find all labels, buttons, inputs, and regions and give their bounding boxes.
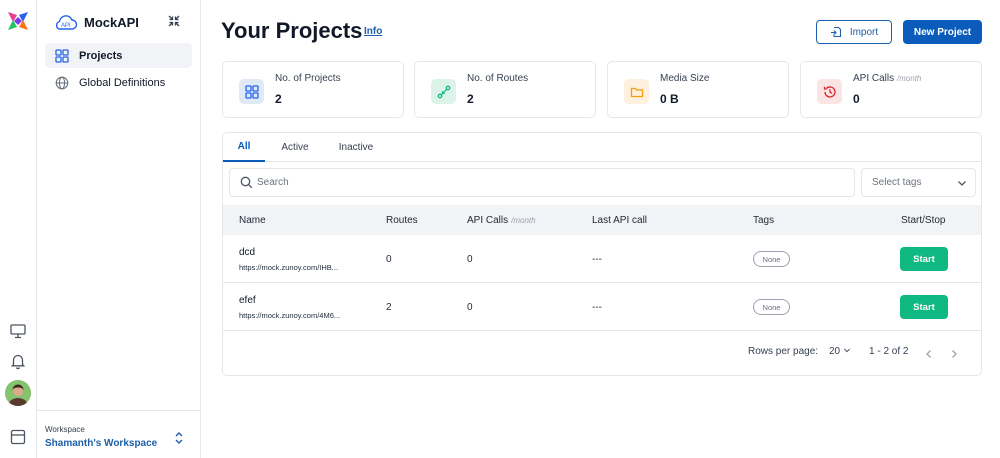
folder-icon [630, 87, 643, 97]
stat-value: 0 [853, 92, 860, 106]
routes-count: 0 [386, 254, 392, 265]
start-button[interactable]: Start [900, 295, 948, 319]
stat-card-projects: No. of Projects 2 [222, 61, 404, 118]
new-project-button[interactable]: New Project [903, 20, 982, 44]
tab-active[interactable]: Active [274, 133, 316, 162]
workspace-switcher[interactable]: Workspace Shamanth's Workspace [37, 410, 201, 458]
import-button[interactable]: Import [816, 20, 892, 44]
chevron-left-icon[interactable] [925, 349, 933, 359]
history-icon [823, 85, 836, 98]
globe-icon [55, 76, 69, 89]
column-header-routes: Routes [386, 214, 418, 226]
select-tags-placeholder: Select tags [872, 177, 922, 188]
stat-label: No. of Routes [467, 73, 529, 84]
select-tags-dropdown[interactable]: Select tags [861, 168, 976, 197]
project-name[interactable]: efef [239, 295, 256, 306]
stat-value: 0 B [660, 92, 679, 106]
stat-icon-box [431, 79, 456, 104]
brand[interactable]: API MockAPI [52, 9, 139, 35]
stat-icon-box [817, 79, 842, 104]
tag-badge: None [753, 251, 790, 267]
avatar[interactable] [5, 380, 31, 406]
sidebar-item-projects[interactable]: Projects [45, 43, 192, 68]
last-api-call: --- [592, 302, 602, 313]
chevron-down-icon [958, 181, 966, 186]
route-icon [437, 85, 450, 98]
table-row[interactable]: dcd https://mock.zunoy.com/IHB... 0 0 --… [223, 235, 981, 283]
app-root: API MockAPI Projects Global Definitions … [0, 0, 1000, 458]
stat-icon-box [624, 79, 649, 104]
sidebar-item-label: Global Definitions [79, 76, 166, 89]
grid-icon [244, 84, 259, 99]
rows-per-page-select[interactable]: 20 [829, 346, 851, 357]
chevron-right-icon[interactable] [950, 349, 958, 359]
monitor-icon[interactable] [9, 322, 27, 340]
project-url: https://mock.zunoy.com/IHB... [239, 263, 339, 272]
app-name: MockAPI [84, 14, 139, 30]
bell-icon[interactable] [9, 352, 27, 370]
workspace-label: Workspace [45, 425, 85, 434]
search-icon [240, 176, 253, 189]
chevron-down-icon [843, 348, 850, 353]
table-row[interactable]: efef https://mock.zunoy.com/4M6... 2 0 -… [223, 283, 981, 331]
api-calls-count: 0 [467, 302, 473, 313]
stat-label: API Calls /month [853, 73, 922, 84]
main-content: Your Projects Info Import New Project No… [201, 0, 1000, 458]
svg-text:API: API [61, 23, 71, 29]
sidebar-item-label: Projects [79, 49, 123, 62]
collapse-icon[interactable] [167, 14, 181, 28]
project-url: https://mock.zunoy.com/4M6... [239, 311, 341, 320]
column-header-api-calls: API Calls/month [467, 214, 536, 226]
stat-label: No. of Projects [275, 73, 341, 84]
sidebar: API MockAPI Projects Global Definitions … [37, 0, 201, 458]
app-logo-icon[interactable] [7, 10, 29, 32]
routes-count: 2 [386, 302, 392, 313]
column-header-last-call: Last API call [592, 214, 648, 226]
column-header-start-stop: Start/Stop [901, 214, 946, 226]
panel-toggle-icon[interactable] [9, 428, 27, 446]
search-input[interactable] [257, 177, 837, 188]
stat-card-routes: No. of Routes 2 [414, 61, 596, 118]
tag-badge: None [753, 299, 790, 315]
stat-label: Media Size [660, 73, 710, 84]
stat-value: 2 [467, 92, 474, 106]
start-button[interactable]: Start [900, 247, 948, 271]
tab-all[interactable]: All [223, 133, 265, 162]
icon-rail [0, 0, 37, 458]
import-label: Import [849, 26, 879, 38]
chevron-up-down-icon [175, 432, 183, 444]
sidebar-item-global-definitions[interactable]: Global Definitions [45, 70, 192, 95]
info-link[interactable]: Info [364, 26, 382, 37]
pagination-range: 1 - 2 of 2 [869, 346, 909, 357]
workspace-name: Shamanth's Workspace [45, 438, 158, 449]
api-calls-count: 0 [467, 254, 473, 265]
projects-panel: All Active Inactive Select tags Name Rou… [222, 132, 982, 376]
grid-icon [55, 48, 69, 63]
last-api-call: --- [592, 254, 602, 265]
stat-card-media-size: Media Size 0 B [607, 61, 789, 118]
project-name[interactable]: dcd [239, 247, 255, 258]
stat-value: 2 [275, 92, 282, 106]
search-box [229, 168, 855, 197]
rows-per-page-label: Rows per page: [748, 346, 819, 357]
tab-inactive[interactable]: Inactive [331, 133, 381, 162]
page-title: Your Projects [221, 18, 363, 43]
import-icon [830, 26, 841, 38]
column-header-name: Name [239, 214, 266, 226]
stat-icon-box [239, 79, 264, 104]
tab-bar: All Active Inactive [223, 133, 981, 162]
cloud-api-icon: API [55, 15, 78, 30]
stat-card-api-calls: API Calls /month 0 [800, 61, 982, 118]
column-header-tags: Tags [753, 214, 775, 226]
table-header: Name Routes API Calls/month Last API cal… [223, 205, 981, 235]
